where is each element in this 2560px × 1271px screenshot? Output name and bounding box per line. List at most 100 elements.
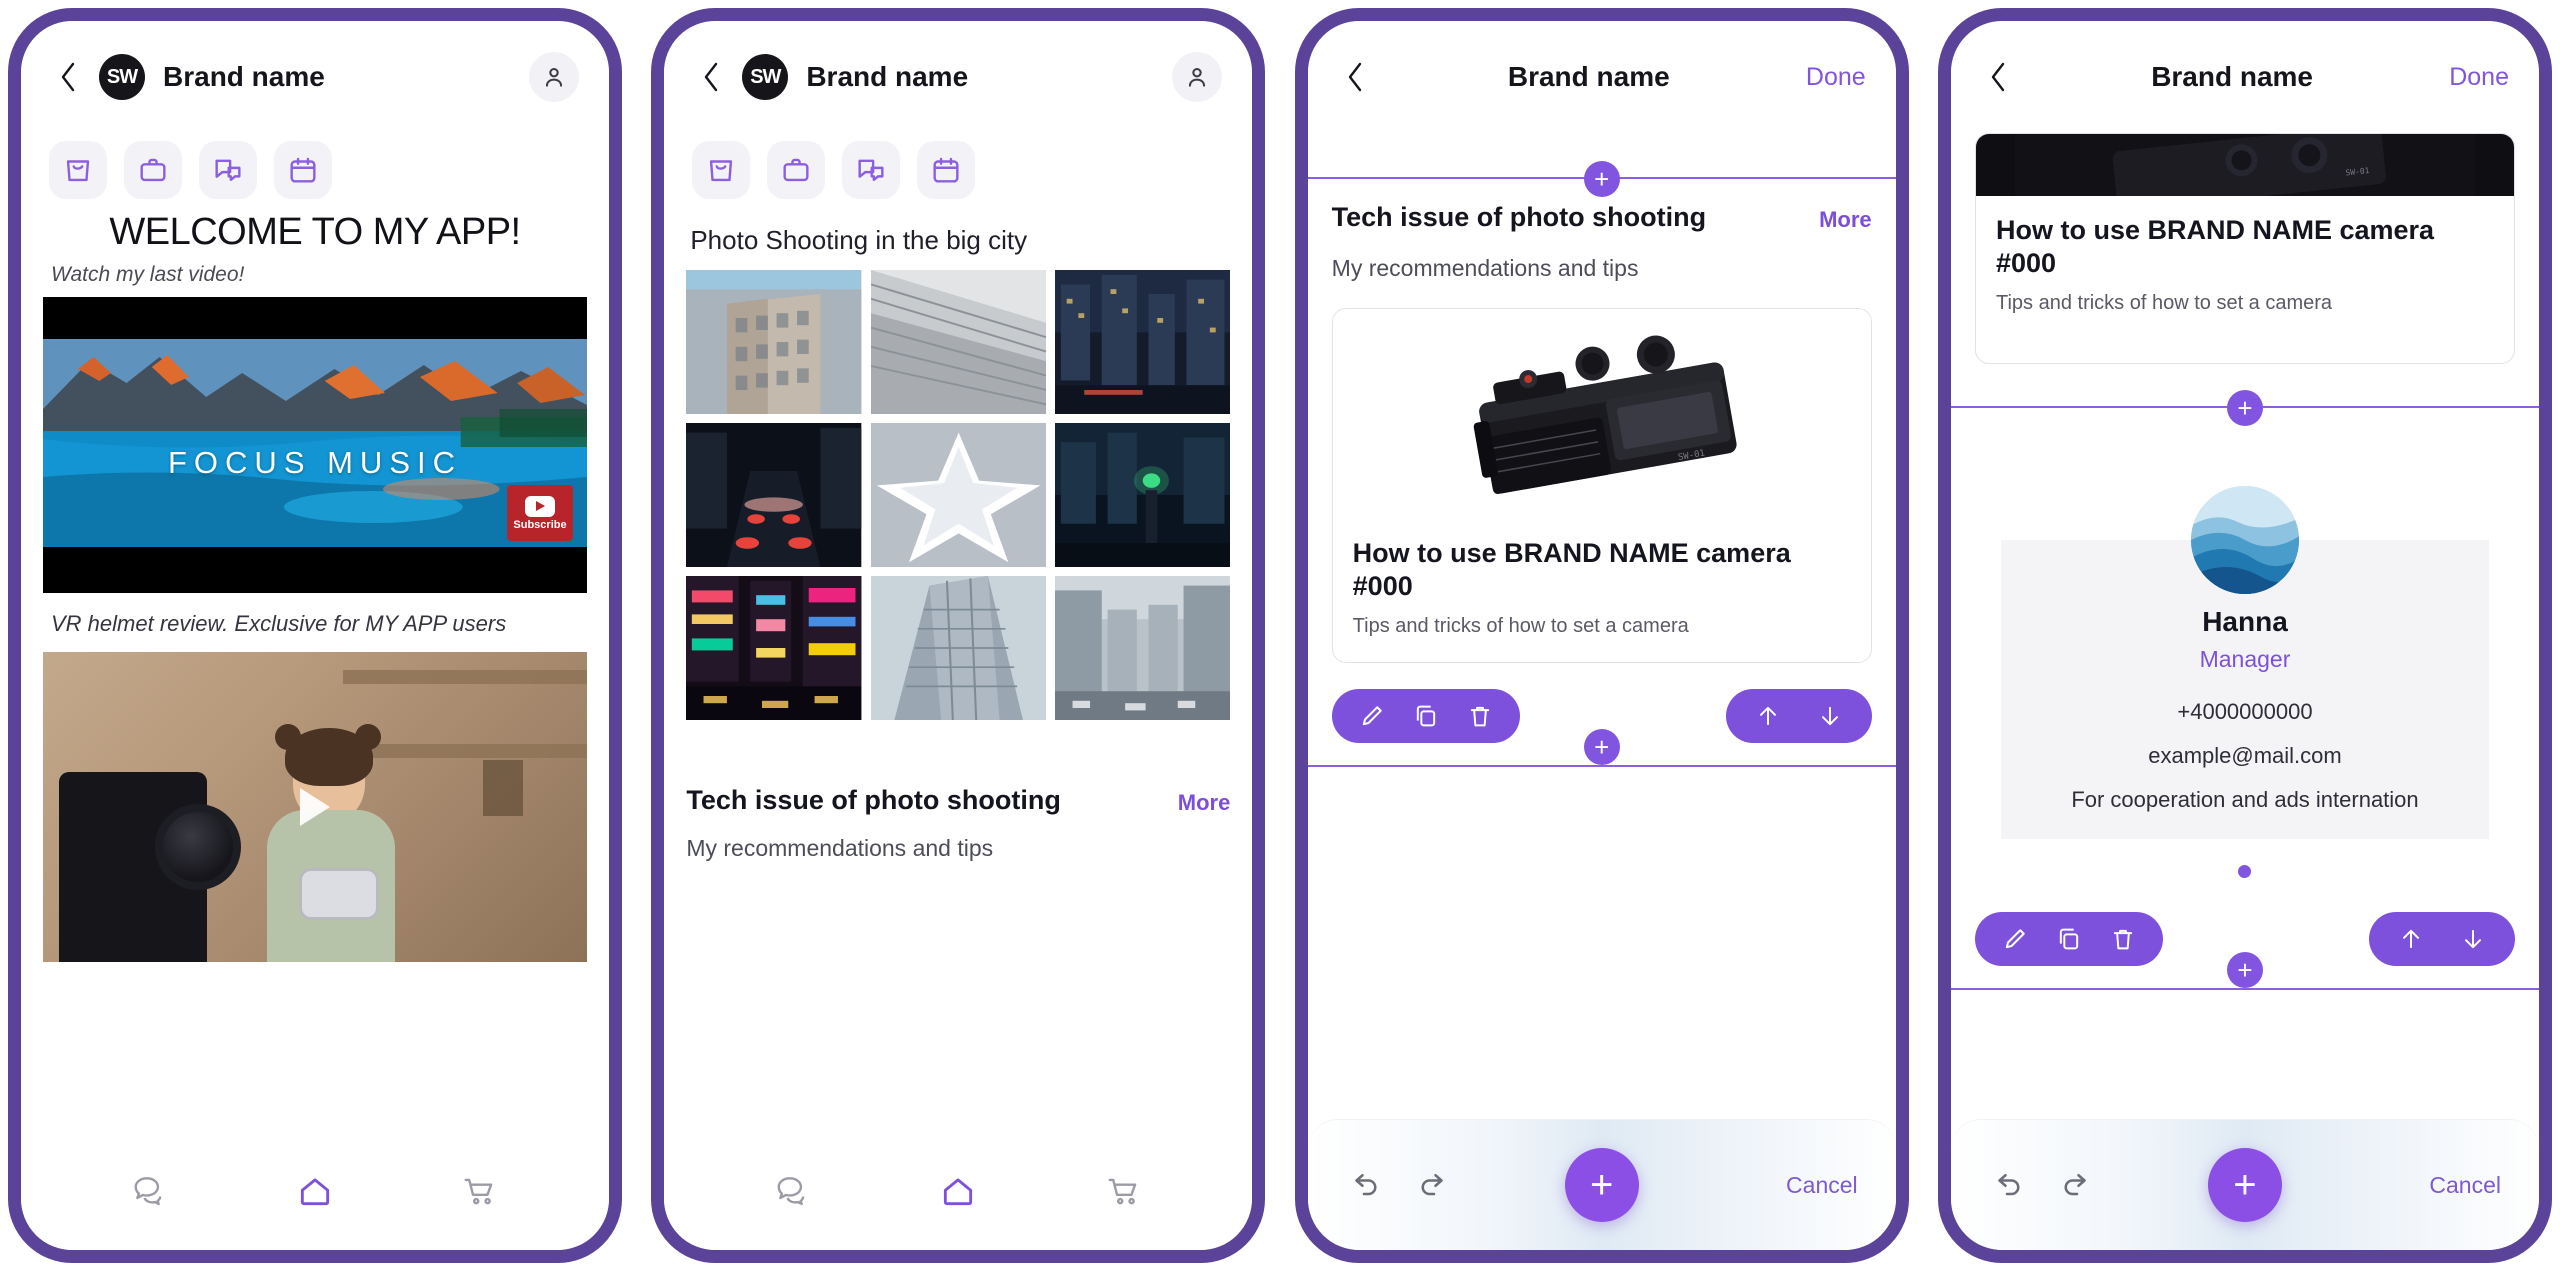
hero-title: WELCOME TO MY APP! xyxy=(109,211,521,253)
calendar-icon[interactable] xyxy=(917,141,976,199)
letterbox-top xyxy=(43,297,587,339)
trash-icon[interactable] xyxy=(1466,702,1494,730)
arrow-up-icon[interactable] xyxy=(2397,925,2425,953)
block-actions-pill[interactable] xyxy=(1974,911,2163,966)
shopping-bag-icon[interactable] xyxy=(692,141,751,199)
add-block-above-button[interactable]: + xyxy=(1583,161,1620,197)
photo-cell[interactable] xyxy=(870,576,1046,720)
black-mirrorless-camera-image-cropped: SW-01 xyxy=(1975,134,2514,196)
undo-icon[interactable] xyxy=(1346,1167,1382,1203)
home-content: WELCOME TO MY APP! Watch my last video! xyxy=(21,209,609,1146)
block-reorder-pill[interactable] xyxy=(2368,911,2515,966)
chevron-left-icon[interactable] xyxy=(694,60,728,94)
more-link[interactable]: More xyxy=(1178,784,1231,816)
briefcase-icon[interactable] xyxy=(767,141,826,199)
add-block-below-button[interactable]: + xyxy=(1583,728,1620,765)
add-fab-button[interactable]: + xyxy=(2207,1148,2282,1222)
chevron-left-icon[interactable] xyxy=(51,60,85,94)
person-figure xyxy=(241,724,421,963)
nav-messages-icon[interactable] xyxy=(774,1172,812,1210)
photo-cell[interactable] xyxy=(870,423,1046,567)
editor-block-tech-issue[interactable]: + Tech issue of photo shooting More My r… xyxy=(1307,161,1896,767)
contact-email[interactable]: example@mail.com xyxy=(2017,743,2473,769)
person-icon[interactable] xyxy=(1172,52,1223,102)
chat-bubbles-icon[interactable] xyxy=(199,141,257,199)
topbar-home: SW Brand name xyxy=(21,21,609,133)
nav-home-icon[interactable] xyxy=(296,1172,334,1210)
photo-cell[interactable] xyxy=(686,423,862,567)
add-block-above-button[interactable]: + xyxy=(2226,389,2263,426)
add-fab-button[interactable]: + xyxy=(1564,1148,1639,1222)
nav-cart-icon[interactable] xyxy=(1105,1172,1143,1210)
photo-cell[interactable] xyxy=(1054,423,1231,567)
phone-editor-block: Brand name Done + Tech issue of photo sh… xyxy=(1294,8,1909,1263)
block-title: Tech issue of photo shooting xyxy=(1331,202,1707,232)
pencil-icon[interactable] xyxy=(2001,925,2029,953)
cancel-button[interactable]: Cancel xyxy=(1786,1172,1858,1199)
brand-avatar: SW xyxy=(99,54,145,100)
page-title: Brand name xyxy=(2151,61,2314,92)
photo-cell[interactable] xyxy=(1054,270,1231,414)
undo-icon[interactable] xyxy=(1989,1167,2025,1203)
cancel-button[interactable]: Cancel xyxy=(2429,1172,2501,1199)
block-reorder-pill[interactable] xyxy=(1725,688,1872,743)
chat-bubbles-icon[interactable] xyxy=(842,141,901,199)
editor-footer: + Cancel xyxy=(1307,1120,1896,1250)
camera-lens xyxy=(155,804,241,891)
duplicate-icon[interactable] xyxy=(2055,925,2083,953)
briefcase-icon[interactable] xyxy=(124,141,182,199)
redo-icon[interactable] xyxy=(1416,1167,1452,1203)
calendar-icon[interactable] xyxy=(274,141,332,199)
contact-role: Manager xyxy=(2199,645,2291,672)
done-button[interactable]: Done xyxy=(2449,63,2509,92)
more-link[interactable]: More xyxy=(1819,201,1872,233)
bottom-nav-home xyxy=(21,1146,609,1250)
photo-cell[interactable] xyxy=(686,270,862,414)
gallery-section-tech-issue: Tech issue of photo shooting More My rec… xyxy=(686,784,1230,862)
arrow-down-icon[interactable] xyxy=(1816,702,1844,730)
category-chip-row xyxy=(21,133,609,209)
card-subtitle: Tips and tricks of how to set a camera xyxy=(1995,291,2333,314)
camera-article-card[interactable]: SW-01 How to use BRAND NAME camera #000 … xyxy=(1331,307,1872,663)
bottom-nav-gallery xyxy=(664,1146,1253,1250)
photo-cell[interactable] xyxy=(870,270,1046,414)
camera-body xyxy=(59,772,241,963)
arrow-up-icon[interactable] xyxy=(1754,702,1782,730)
person-icon[interactable] xyxy=(529,52,579,102)
topbar-editor-contact: Brand name Done xyxy=(1951,21,2539,133)
contact-card: Hanna Manager +4000000000 example@mail.c… xyxy=(1975,430,2515,886)
card-subtitle: Tips and tricks of how to set a camera xyxy=(1352,614,1689,637)
chevron-left-icon[interactable] xyxy=(1981,60,2015,94)
editor-block-contact[interactable]: + Hanna Manager +4000000000 example@mail… xyxy=(1950,389,2539,990)
nav-home-icon[interactable] xyxy=(939,1172,977,1210)
carousel-dot[interactable] xyxy=(2238,864,2252,878)
youtube-subscribe-badge[interactable]: Subscribe xyxy=(507,485,573,541)
photo-cell[interactable] xyxy=(1054,576,1231,720)
camera-article-card-partial[interactable]: SW-01 How to use BRAND NAME camera #000 … xyxy=(1974,133,2515,364)
video-caption: VR helmet review. Exclusive for MY APP u… xyxy=(51,611,507,636)
contact-phone[interactable]: +4000000000 xyxy=(2017,699,2473,725)
gallery-content: Photo Shooting in the big city Tech issu… xyxy=(664,209,1252,1146)
video-card-focus-music[interactable]: FOCUS MUSIC Subscribe xyxy=(43,297,587,593)
add-block-below-button[interactable]: + xyxy=(2226,951,2263,988)
duplicate-icon[interactable] xyxy=(1412,702,1440,730)
play-triangle-icon[interactable] xyxy=(300,788,330,827)
photo-cell[interactable] xyxy=(686,576,862,720)
nav-cart-icon[interactable] xyxy=(461,1172,499,1210)
nav-messages-icon[interactable] xyxy=(131,1172,169,1210)
chevron-left-icon[interactable] xyxy=(1338,60,1372,94)
block-actions-pill[interactable] xyxy=(1331,688,1520,743)
pencil-icon[interactable] xyxy=(1358,702,1386,730)
topbar-editor: Brand name Done xyxy=(1308,21,1896,133)
phone-editor-contact: Brand name Done SW-01 How to use BRAND N… xyxy=(1937,8,2552,1263)
redo-icon[interactable] xyxy=(2059,1167,2095,1203)
arrow-down-icon[interactable] xyxy=(2459,925,2487,953)
shopping-bag-icon[interactable] xyxy=(49,141,107,199)
brand-avatar: SW xyxy=(742,54,789,100)
trash-icon[interactable] xyxy=(2109,925,2137,953)
screen-editor-block: Brand name Done + Tech issue of photo sh… xyxy=(1307,21,1896,1250)
done-button[interactable]: Done xyxy=(1806,63,1866,92)
video-card-vr-review[interactable] xyxy=(43,652,587,963)
phone-mockup-row: SW Brand name WELCOME TO MY APP! Watch m… xyxy=(0,0,2560,1271)
card-title: How to use BRAND NAME camera #000 xyxy=(1352,537,1791,601)
